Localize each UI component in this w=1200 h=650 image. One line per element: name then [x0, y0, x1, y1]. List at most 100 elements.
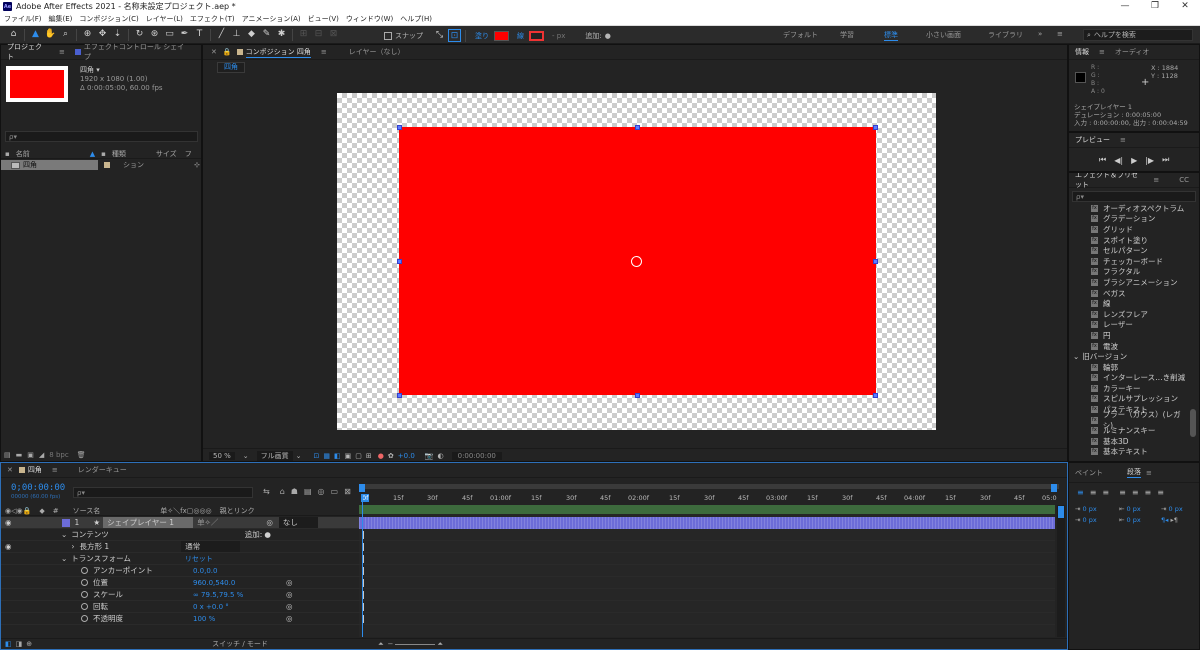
ltr-direction-icon[interactable]: ¶◂: [1161, 516, 1168, 524]
comp-timecode[interactable]: 0:00:00:00: [451, 451, 502, 460]
effect-item[interactable]: fx 基本3D: [1069, 436, 1187, 447]
visibility-eye-icon[interactable]: ◉: [5, 542, 12, 551]
frame-blending-icon[interactable]: ▤: [304, 487, 312, 496]
tab-layer[interactable]: レイヤー（なし）: [349, 47, 405, 57]
stroke-label[interactable]: 線: [517, 31, 524, 41]
align-center-icon[interactable]: ≡: [1090, 488, 1097, 497]
effects-search-input[interactable]: ρ▾: [1072, 191, 1196, 202]
property-row[interactable]: スケール ∞ 79.5,79.5 % ◎: [1, 589, 359, 601]
bbox-handle[interactable]: [397, 393, 402, 398]
rectangle-tool-icon[interactable]: ▭: [163, 28, 176, 41]
property-value[interactable]: 100 %: [193, 615, 215, 623]
workspace-default[interactable]: デフォルト: [783, 30, 818, 40]
property-value[interactable]: 960.0,540.0: [193, 579, 235, 587]
timeline-scrollbar[interactable]: [1057, 505, 1065, 637]
workspace-small-screen[interactable]: 小さい画面: [926, 30, 961, 40]
bbox-handle[interactable]: [873, 393, 878, 398]
effect-item[interactable]: fx カラーキー: [1069, 383, 1187, 394]
menu-effect[interactable]: エフェクト(T): [190, 14, 235, 24]
tab-cc[interactable]: CC: [1179, 176, 1189, 184]
align-right-icon[interactable]: ≡: [1102, 488, 1109, 497]
zoom-tool-icon[interactable]: ⌕: [59, 28, 72, 41]
layer-switches-toggle-icon[interactable]: ◧: [5, 640, 12, 648]
previous-frame-icon[interactable]: ◀|: [1114, 156, 1123, 165]
exposure-value[interactable]: +0.0: [398, 452, 415, 460]
snapshot-icon[interactable]: 📷: [425, 452, 434, 460]
flowchart-icon[interactable]: ⊹: [194, 161, 200, 169]
effect-item[interactable]: fx オーディオスペクトラム: [1069, 203, 1187, 214]
effect-item[interactable]: fx グラデーション: [1069, 214, 1187, 225]
justify-all-icon[interactable]: ≡: [1157, 488, 1164, 497]
bbox-handle[interactable]: [873, 259, 878, 264]
effect-item[interactable]: fx ベガス: [1069, 288, 1187, 299]
justify-center-icon[interactable]: ≡: [1132, 488, 1139, 497]
channel-icon[interactable]: ●: [378, 452, 384, 460]
chevron-right-icon[interactable]: ›: [72, 542, 75, 551]
project-search-input[interactable]: ρ▾: [5, 131, 198, 142]
timeline-zoom-slider[interactable]: [395, 643, 436, 645]
in-out-toggle-icon[interactable]: ⊕: [26, 640, 32, 648]
rotation-tool-icon[interactable]: ↻: [133, 28, 146, 41]
stroke-width-value[interactable]: - px: [552, 32, 565, 40]
first-line-indent-value[interactable]: 0 px: [1169, 505, 1183, 513]
close-button[interactable]: ✕: [1170, 0, 1200, 13]
quality-chevron-icon[interactable]: ⌄: [296, 452, 302, 460]
property-row[interactable]: 位置 960.0,540.0 ◎: [1, 577, 359, 589]
transform-row[interactable]: ⌄ トランスフォーム リセット: [1, 553, 359, 565]
bbox-handle[interactable]: [635, 393, 640, 398]
timeline-timecode[interactable]: 0;00:00:00: [11, 483, 65, 493]
dolly-camera-icon[interactable]: ⇣: [111, 28, 124, 41]
next-frame-icon[interactable]: |▶: [1145, 156, 1154, 165]
type-tool-icon[interactable]: T: [193, 28, 206, 41]
eraser-tool-icon[interactable]: ◆: [245, 28, 258, 41]
track-area[interactable]: [359, 495, 1055, 637]
grid-guides-icon[interactable]: ▣: [345, 452, 352, 460]
zoom-out-icon[interactable]: ⏶: [378, 640, 384, 649]
tab-info[interactable]: 情報: [1075, 47, 1089, 57]
menu-animation[interactable]: アニメーション(A): [242, 14, 301, 24]
rectangle-group-row[interactable]: ◉ › 長方形 1 通常: [1, 541, 359, 553]
snap-edges-icon[interactable]: ⤡: [433, 29, 446, 42]
zoom-minus-icon[interactable]: −: [388, 640, 394, 648]
3d-view-icon[interactable]: ⊞: [366, 452, 372, 460]
sort-icon[interactable]: ▲: [90, 150, 95, 158]
add-button-icon[interactable]: ●: [605, 32, 611, 40]
menu-view[interactable]: ビュー(V): [308, 14, 339, 24]
view-options-icon[interactable]: ▢: [355, 452, 362, 460]
snap-grid-icon[interactable]: ⊡: [448, 29, 461, 42]
home-icon[interactable]: ⌂: [7, 28, 20, 41]
contents-row[interactable]: ⌄ コンテンツ 追加: ●: [1, 529, 359, 541]
menu-file[interactable]: ファイル(F): [4, 14, 42, 24]
tab-paragraph[interactable]: 段落: [1127, 467, 1141, 478]
interpret-footage-icon[interactable]: ▤: [4, 451, 11, 459]
effect-item[interactable]: fx ブラー（ガウス）(レガシ): [1069, 410, 1187, 430]
tab-paint[interactable]: ペイント: [1075, 468, 1103, 478]
bbox-handle[interactable]: [635, 125, 640, 130]
workspace-learn[interactable]: 学習: [840, 30, 854, 40]
puppet-pin-tool-icon[interactable]: ✱: [275, 28, 288, 41]
menu-composition[interactable]: コンポジション(C): [79, 14, 138, 24]
space-after-value[interactable]: 0 px: [1127, 516, 1141, 524]
tab-render-queue[interactable]: レンダーキュー: [78, 465, 127, 475]
adjust-icon[interactable]: ◢: [39, 451, 44, 459]
visibility-eye-icon[interactable]: ◉: [5, 518, 12, 527]
pickwhip-icon[interactable]: ◎: [266, 518, 273, 527]
fill-label[interactable]: 塗り: [475, 31, 489, 41]
effect-item[interactable]: fx レンズフレア: [1069, 309, 1187, 320]
tab-composition[interactable]: コンポジション 四角: [245, 47, 311, 58]
effect-item[interactable]: fx スピルサプレッション: [1069, 394, 1187, 405]
graph-editor-icon[interactable]: ▭: [331, 487, 339, 496]
layer-label-color[interactable]: [61, 518, 70, 527]
layer-switches[interactable]: 单✧／: [197, 517, 218, 528]
new-folder-icon[interactable]: ▬: [16, 451, 23, 459]
work-area-start[interactable]: [359, 484, 365, 492]
brush-tool-icon[interactable]: ╱: [215, 28, 228, 41]
maximize-button[interactable]: ❐: [1140, 0, 1170, 13]
zoom-in-icon[interactable]: ⏶: [437, 640, 443, 649]
project-item-row[interactable]: 四角 ション ⊹: [1, 160, 201, 170]
comp-breadcrumb[interactable]: 四角: [217, 62, 245, 73]
draft-3d-icon[interactable]: ⌂: [280, 487, 285, 496]
close-tab-icon[interactable]: ✕: [7, 466, 13, 474]
snap-checkbox[interactable]: [384, 31, 392, 40]
property-row[interactable]: 回転 0 x +0.0 ° ◎: [1, 601, 359, 613]
